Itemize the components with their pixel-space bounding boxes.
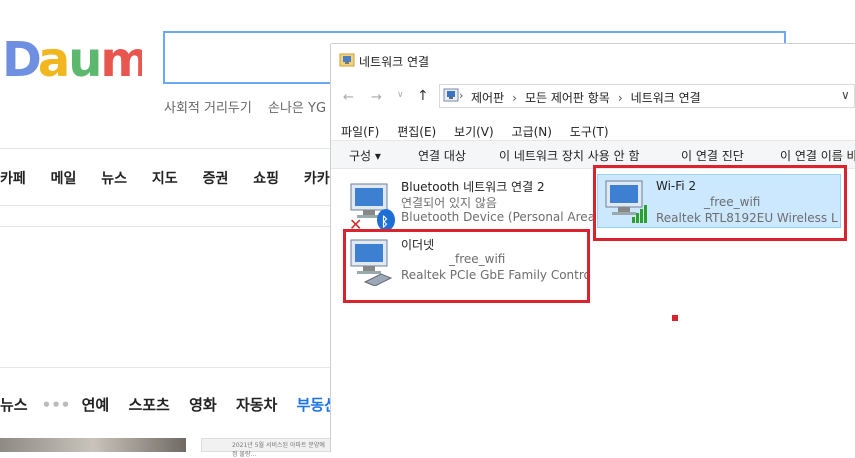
organize-button[interactable]: 구성 ▾ — [349, 147, 381, 164]
forward-arrow-icon[interactable]: → — [371, 90, 382, 105]
daum-logo[interactable]: Daum — [2, 30, 142, 82]
nav-cafe[interactable]: 카페 — [0, 171, 26, 187]
news-tab-movie[interactable]: 영화 — [189, 396, 217, 414]
breadcrumb-chevron-icon[interactable]: › — [459, 89, 463, 102]
nav-news[interactable]: 뉴스 — [101, 171, 127, 187]
bluetooth-network-icon: ✕ ᛒ — [349, 183, 395, 232]
trend-item[interactable]: 사회적 거리두기 — [164, 101, 252, 116]
banner-area — [0, 226, 331, 368]
highlight-box-ethernet — [343, 229, 590, 303]
nav-shopping[interactable]: 쇼핑 — [253, 171, 279, 187]
news-thumbnail[interactable] — [0, 438, 186, 452]
breadcrumb-separator-icon[interactable]: › — [618, 91, 623, 105]
rename-button[interactable]: 이 연결 이름 바 — [780, 147, 855, 164]
news-tab-car[interactable]: 자동차 — [236, 396, 277, 414]
divider — [0, 205, 331, 206]
breadcrumb-all-items[interactable]: 모든 제어판 항목 — [525, 91, 610, 105]
annotation-dot — [672, 315, 678, 321]
trend-item[interactable]: 손나은 YG — [268, 101, 326, 116]
menu-advanced[interactable]: 고급(N) — [512, 125, 552, 139]
more-dots-icon[interactable]: ••• — [42, 396, 71, 414]
connection-bluetooth[interactable]: ✕ ᛒ Bluetooth 네트워크 연결 2 연결되어 있지 않음 Bluet… — [343, 178, 596, 232]
svg-text:Daum: Daum — [2, 32, 142, 82]
trending-keywords: 사회적 거리두기 손나은 YG — [164, 97, 338, 116]
menu-view[interactable]: 보기(V) — [454, 125, 494, 139]
control-panel-icon — [443, 88, 459, 102]
highlight-box-wifi — [593, 165, 847, 241]
network-folder-icon — [339, 53, 355, 67]
address-dropdown-icon[interactable]: ∨ — [841, 88, 850, 102]
nav-map[interactable]: 지도 — [152, 171, 178, 187]
svg-text:ᛒ: ᛒ — [381, 215, 389, 230]
connection-status: 연결되어 있지 않음 — [401, 196, 497, 210]
thumbnail-caption: 2021년 5월 서비스된 아파트 분양예정 물량... — [232, 442, 325, 458]
divider — [0, 148, 331, 149]
diagnose-button[interactable]: 이 연결 진단 — [681, 147, 744, 164]
back-arrow-icon[interactable]: ← — [343, 90, 354, 105]
connection-name: Bluetooth 네트워크 연결 2 — [401, 180, 545, 194]
menu-tools[interactable]: 도구(T) — [570, 125, 609, 139]
nav-mail[interactable]: 메일 — [51, 171, 77, 187]
nav-stock[interactable]: 증권 — [203, 171, 229, 187]
breadcrumb-separator-icon[interactable]: › — [512, 91, 517, 105]
up-arrow-icon[interactable]: ↑ — [417, 88, 429, 104]
menu-bar: 파일(F) 편집(E) 보기(V) 고급(N) 도구(T) — [341, 123, 623, 140]
connection-device: Bluetooth Device (Personal Area ... — [401, 210, 596, 224]
connect-to-button[interactable]: 연결 대상 — [418, 147, 466, 164]
recent-dropdown-icon[interactable]: ∨ — [397, 90, 404, 100]
news-tab-entertainment[interactable]: 연예 — [82, 396, 110, 414]
breadcrumb-network-connections[interactable]: 네트워크 연결 — [631, 91, 701, 105]
breadcrumb-control-panel[interactable]: 제어판 — [471, 91, 504, 105]
news-category-nav: 뉴스 ••• 연예 스포츠 영화 자동차 부동산 — [0, 394, 352, 415]
news-tab-sports[interactable]: 스포츠 — [128, 396, 169, 414]
window-title: 네트워크 연결 — [359, 55, 430, 69]
news-thumbnail[interactable]: 2021년 5월 서비스된 아파트 분양예정 물량... — [201, 438, 331, 458]
menu-file[interactable]: 파일(F) — [341, 125, 379, 139]
service-nav: 카페 메일 뉴스 지도 증권 쇼핑 카카오 — [0, 168, 362, 188]
news-tab-news[interactable]: 뉴스 — [0, 396, 28, 414]
menu-edit[interactable]: 편집(E) — [397, 125, 436, 139]
breadcrumb: 제어판 › 모든 제어판 항목 › 네트워크 연결 — [471, 89, 701, 106]
disable-device-button[interactable]: 이 네트워크 장치 사용 안 함 — [499, 147, 640, 164]
